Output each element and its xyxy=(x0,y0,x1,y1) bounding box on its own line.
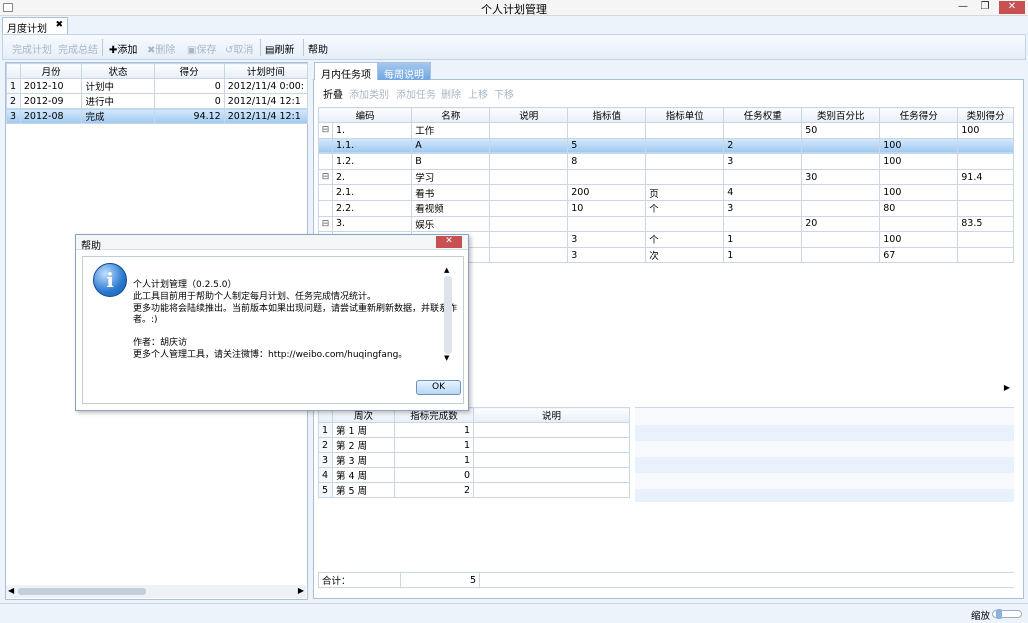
toolbar-separator xyxy=(102,39,103,56)
table-row[interactable]: 1 2012-10 计划中 0 2012/11/4 0:00: xyxy=(6,78,309,94)
table-row-selected[interactable]: 3 2012-08 完成 94.12 2012/11/4 12:1 xyxy=(6,108,309,124)
restore-button[interactable]: ❐ xyxy=(974,1,996,14)
cancel-button[interactable]: ↺取消 xyxy=(225,41,253,56)
table-row-selected[interactable]: 1.1. A 5 2 100 xyxy=(318,137,1014,155)
table-row[interactable]: 1.2. B 8 3 100 xyxy=(318,153,1014,170)
title-bar: 个人计划管理 — ❐ ✕ xyxy=(0,0,1028,16)
tab-monthly-tasks[interactable]: 月内任务项 xyxy=(314,62,378,81)
close-button[interactable]: ✕ xyxy=(999,1,1025,14)
refresh-button[interactable]: ▤刷新 xyxy=(265,41,294,56)
monthly-plan-grid: 月份 状态 得分 计划时间 1 2012-10 计划中 0 2012/11/4 … xyxy=(6,63,309,124)
total-value: 5 xyxy=(400,572,480,588)
column-header[interactable]: 得分 xyxy=(153,63,225,79)
grid-header-row: 月份 状态 得分 计划时间 xyxy=(6,63,309,79)
left-horizontal-scrollbar[interactable]: ◀ ▶ xyxy=(6,585,306,598)
zoom-slider[interactable] xyxy=(992,609,1022,619)
table-row[interactable]: 2.2. 看视频 10 个 3 80 xyxy=(318,199,1014,217)
table-row[interactable]: 3第 3 周1 xyxy=(318,452,630,468)
window-title: 个人计划管理 xyxy=(481,3,547,16)
close-tab-icon[interactable]: ✖ xyxy=(55,20,63,30)
column-header[interactable]: 说明 xyxy=(489,107,569,123)
add-category-button[interactable]: 添加类别 xyxy=(349,86,389,101)
grid-header-row: 编码 名称 说明 指标值 指标单位 任务权重 类别百分比 任务得分 类别得分 xyxy=(317,107,1014,123)
column-header[interactable]: 计划时间 xyxy=(223,63,309,79)
dialog-line: 者。:) xyxy=(133,315,158,325)
column-header[interactable]: 类别百分比 xyxy=(801,107,881,123)
weekly-grid: 周次 指标完成数 说明 1第 1 周1 2第 2 周1 3第 3 周1 4第 4… xyxy=(318,407,630,498)
collapse-toggle-icon[interactable]: ⊟ xyxy=(318,122,333,139)
info-icon: i xyxy=(93,263,127,297)
right-tab-strip: 月内任务项 每周说明 xyxy=(314,62,1024,81)
delete-task-button[interactable]: 删除 xyxy=(441,86,461,101)
zoom-slider-thumb[interactable] xyxy=(996,609,1002,619)
table-row[interactable]: 1第 1 周1 xyxy=(318,422,630,438)
status-bar: 缩放 xyxy=(0,603,1028,623)
scroll-left-icon[interactable]: ◀ xyxy=(8,586,14,595)
table-row[interactable]: 2.1. 看书 200 页 4 100 xyxy=(318,184,1014,201)
add-task-button[interactable]: 添加任务 xyxy=(396,86,436,101)
delete-button[interactable]: ✖删除 xyxy=(147,41,175,56)
total-label: 合计： xyxy=(318,572,401,588)
table-row[interactable]: 2 2012-09 进行中 0 2012/11/4 12:1 xyxy=(6,93,309,109)
scroll-thumb[interactable] xyxy=(444,276,452,354)
column-header[interactable]: 类别得分 xyxy=(957,107,1014,123)
collapse-button[interactable]: 折叠 xyxy=(323,86,343,101)
column-header[interactable]: 任务得分 xyxy=(879,107,959,123)
table-row[interactable]: ⊟ 2. 学习 30 91.4 xyxy=(318,168,1014,186)
dialog-line: 更多功能将会陆续推出。当前版本如果出现问题，请尝试重新刷新数据，并联系作 xyxy=(133,304,458,314)
scroll-down-icon[interactable]: ▼ xyxy=(444,354,449,362)
table-row[interactable]: ⊟ 3. 娱乐 20 83.5 xyxy=(318,215,1014,233)
collapse-toggle-icon[interactable]: ⊟ xyxy=(318,168,333,186)
save-button[interactable]: ▣保存 xyxy=(187,41,216,56)
column-header[interactable]: 指标值 xyxy=(567,107,647,123)
table-row[interactable]: 4第 4 周0 xyxy=(318,467,630,483)
column-header[interactable]: 名称 xyxy=(411,107,491,123)
collapse-toggle-icon[interactable]: ⊟ xyxy=(318,215,333,233)
scroll-thumb[interactable] xyxy=(18,588,146,595)
dialog-title: 帮助 ✕ xyxy=(76,235,468,252)
table-row[interactable]: 5第 5 周2 xyxy=(318,482,630,498)
tab-weekly-notes[interactable]: 每周说明 xyxy=(377,62,431,81)
dialog-line: 更多个人管理工具，请关注微博：http://weibo.com/huqingfa… xyxy=(133,350,408,360)
column-header[interactable]: 说明 xyxy=(473,407,630,423)
complete-plan-button[interactable]: 完成计划 xyxy=(12,41,52,56)
minimize-button[interactable]: — xyxy=(952,1,974,14)
tab-monthly-plan[interactable]: 月度计划 ✖ xyxy=(2,17,68,35)
toolbar-separator xyxy=(260,39,261,56)
column-header[interactable]: 月份 xyxy=(19,63,83,79)
table-row[interactable]: ⊟ 1. 工作 50 100 xyxy=(318,122,1014,139)
zoom-label: 缩放 xyxy=(970,611,990,622)
column-header[interactable]: 状态 xyxy=(81,63,155,79)
add-button[interactable]: ✚添加 xyxy=(109,41,137,56)
ok-button[interactable]: OK xyxy=(416,380,461,395)
dialog-close-button[interactable]: ✕ xyxy=(436,236,462,248)
dialog-scrollbar[interactable]: ▲ ▼ xyxy=(443,266,453,362)
column-header[interactable]: 任务权重 xyxy=(723,107,803,123)
toolbar: 完成计划 完成总结 ✚添加 ✖删除 ▣保存 ↺取消 ▤刷新 帮助 xyxy=(2,34,1026,60)
toolbar-separator xyxy=(303,39,304,56)
move-up-button[interactable]: 上移 xyxy=(468,86,488,101)
weekly-total-row: 合计： 5 xyxy=(318,572,1014,588)
help-button[interactable]: 帮助 xyxy=(308,41,328,56)
weekly-grid-filler xyxy=(635,407,1014,502)
move-down-button[interactable]: 下移 xyxy=(494,86,514,101)
scroll-right-icon[interactable]: ▶ xyxy=(1004,383,1010,392)
column-header[interactable]: 编码 xyxy=(317,107,413,123)
scroll-up-icon[interactable]: ▲ xyxy=(444,266,449,274)
scroll-right-icon[interactable]: ▶ xyxy=(298,586,304,595)
complete-summary-button[interactable]: 完成总结 xyxy=(58,41,98,56)
column-header[interactable]: 指标单位 xyxy=(645,107,725,123)
table-row[interactable]: 2第 2 周1 xyxy=(318,437,630,453)
task-toolbar: 折叠 添加类别 添加任务 删除 上移 下移 xyxy=(314,86,1014,102)
